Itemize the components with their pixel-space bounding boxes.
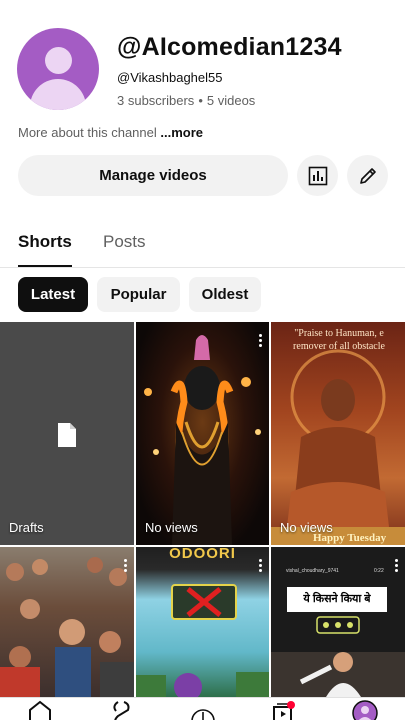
short-tile[interactable]: "Praise to Hanuman, e remover of all obs…: [271, 322, 405, 545]
more-options-icon[interactable]: [259, 559, 263, 574]
tile-label: Drafts: [9, 520, 44, 535]
channel-stats: 3 subscribers • 5 videos: [117, 93, 255, 108]
subscriptions-icon[interactable]: [271, 700, 297, 720]
shorts-grid: Drafts No views "Praise to Hanuman, e re: [0, 322, 405, 697]
avatar-body: [30, 79, 86, 110]
avatar-head: [45, 47, 72, 74]
tile-views: No views: [145, 520, 198, 535]
thumbnail-caption: "Praise to Hanuman, e remover of all obs…: [293, 328, 385, 352]
home-icon[interactable]: [27, 700, 53, 720]
short-tile[interactable]: [0, 547, 134, 697]
filter-chip-oldest[interactable]: Oldest: [189, 277, 261, 312]
thumbnail-art: [0, 557, 134, 697]
filter-chip-popular[interactable]: Popular: [97, 277, 180, 312]
subscriber-count: 3 subscribers: [117, 93, 195, 108]
more-options-icon[interactable]: [124, 559, 128, 574]
more-link[interactable]: ...more: [160, 125, 203, 140]
about-channel-link[interactable]: More about this channel ...more: [18, 125, 203, 140]
tab-posts[interactable]: Posts: [103, 232, 146, 252]
bottom-navigation: [0, 697, 405, 720]
thumbnail-art: [136, 584, 269, 697]
channel-tabs: Shorts Posts: [0, 218, 405, 268]
short-tile[interactable]: No views: [136, 322, 269, 545]
analytics-button[interactable]: [297, 155, 338, 196]
analytics-icon: [308, 166, 327, 185]
create-icon[interactable]: [190, 700, 216, 720]
stats-separator: •: [198, 93, 203, 108]
edit-channel-button[interactable]: [347, 155, 388, 196]
document-icon: [58, 423, 76, 447]
more-options-icon[interactable]: [395, 559, 399, 574]
manage-videos-button[interactable]: Manage videos: [18, 155, 288, 196]
channel-name: @AIcomedian1234: [117, 33, 342, 61]
thumbnail-art: [144, 335, 261, 545]
short-tile[interactable]: vishal_choudhary_9741 0:22 ये किसने किया…: [271, 547, 405, 697]
pencil-icon: [359, 167, 376, 184]
you-avatar-icon[interactable]: [352, 700, 378, 720]
thumbnail-art: [271, 616, 405, 697]
avatar[interactable]: [17, 28, 99, 110]
tab-shorts[interactable]: Shorts: [18, 232, 72, 252]
filter-chip-latest[interactable]: Latest: [18, 277, 88, 312]
channel-handle: @Vikashbaghel55: [117, 70, 223, 85]
more-options-icon[interactable]: [259, 334, 263, 349]
channel-header: @AIcomedian1234 @Vikashbaghel55 3 subscr…: [0, 0, 405, 115]
tile-views: No views: [280, 520, 333, 535]
about-text: More about this channel: [18, 125, 161, 140]
short-tile[interactable]: ODOORI: [136, 547, 269, 697]
video-count: 5 videos: [206, 93, 256, 108]
active-tab-indicator: [18, 265, 72, 267]
thumbnail-art: [271, 349, 405, 545]
shorts-icon[interactable]: [108, 700, 134, 720]
drafts-tile[interactable]: Drafts: [0, 322, 134, 545]
